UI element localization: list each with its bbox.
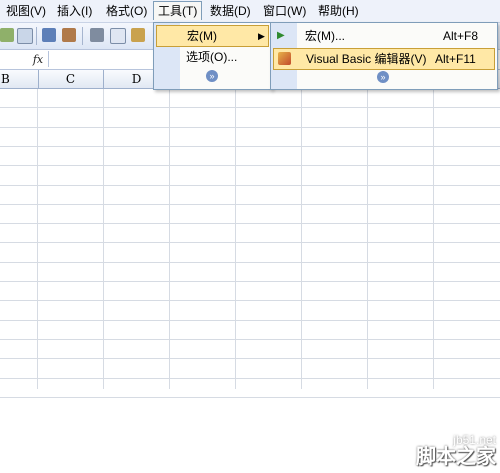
menu-insert[interactable]: 插入(I)	[55, 3, 94, 19]
menu-item-label: Visual Basic 编辑器(V)	[306, 52, 427, 66]
row-gridline	[0, 242, 500, 243]
row-gridline	[0, 339, 500, 340]
menu-item-shortcut: Alt+F8	[443, 29, 479, 43]
menu-format[interactable]: 格式(O)	[104, 3, 149, 19]
spelling-icon[interactable]	[42, 28, 56, 42]
column-gridline	[367, 89, 368, 389]
tools-menu: 宏(M) ▶ 选项(O)... »	[153, 22, 272, 90]
row-gridline	[0, 378, 500, 379]
watermark-logo: 脚本之家	[416, 446, 496, 468]
menu-bar: 视图(V) 插入(I) 格式(O) 工具(T) 数据(D) 窗口(W) 帮助(H…	[0, 0, 500, 23]
print-preview-icon[interactable]	[17, 28, 33, 44]
column-gridline	[235, 89, 236, 389]
toolbar-separator	[82, 27, 83, 45]
menu-window[interactable]: 窗口(W)	[261, 3, 308, 19]
column-gridline	[103, 89, 104, 389]
row-gridline	[0, 107, 500, 108]
paste-icon[interactable]	[131, 28, 145, 42]
row-gridline	[0, 146, 500, 147]
menu-item-label: 选项(O)...	[186, 50, 238, 64]
menu-view[interactable]: 视图(V)	[4, 3, 48, 19]
menu-item-label: 宏(M)	[187, 29, 217, 43]
row-gridline	[0, 262, 500, 263]
menu-help[interactable]: 帮助(H)	[316, 3, 361, 19]
row-gridline	[0, 397, 500, 398]
row-gridline	[0, 223, 500, 224]
row-gridline	[0, 127, 500, 128]
column-gridline	[169, 89, 170, 389]
column-gridline	[37, 89, 38, 389]
row-gridline	[0, 358, 500, 359]
save-icon[interactable]	[0, 28, 14, 42]
menu-item-shortcut: Alt+F11	[435, 52, 476, 66]
expand-menu-icon[interactable]: »	[377, 71, 389, 83]
macro-submenu-item-vb-editor[interactable]: Visual Basic 编辑器(V) Alt+F11	[273, 48, 495, 70]
column-gridline	[301, 89, 302, 389]
toolbar-separator	[36, 27, 37, 45]
fx-icon[interactable]: fx	[30, 52, 46, 68]
menu-item-label: 宏(M)...	[305, 29, 345, 43]
menu-tools[interactable]: 工具(T)	[153, 1, 203, 20]
row-gridline	[0, 204, 500, 205]
submenu-arrow-icon: ▶	[258, 31, 265, 41]
research-icon[interactable]	[62, 28, 76, 42]
name-box[interactable]	[0, 51, 28, 68]
vb-editor-icon	[278, 52, 291, 65]
row-gridline	[0, 300, 500, 301]
row-gridline	[0, 165, 500, 166]
column-header-b[interactable]: B	[0, 70, 39, 88]
column-gridline	[433, 89, 434, 389]
menu-data[interactable]: 数据(D)	[208, 3, 253, 19]
run-macro-icon: ▶	[277, 30, 285, 41]
tools-menu-item-macro[interactable]: 宏(M) ▶	[156, 25, 269, 47]
row-gridline	[0, 185, 500, 186]
expand-menu-icon[interactable]: »	[206, 70, 218, 82]
copy-icon[interactable]	[110, 28, 126, 44]
column-header-c[interactable]: C	[38, 70, 104, 88]
macro-submenu-item-macros[interactable]: ▶ 宏(M)... Alt+F8	[273, 26, 493, 46]
macro-submenu: ▶ 宏(M)... Alt+F8 Visual Basic 编辑器(V) Alt…	[270, 22, 498, 90]
row-gridline	[0, 281, 500, 282]
row-gridline	[0, 320, 500, 321]
cell-grid[interactable]	[0, 89, 500, 398]
tools-menu-item-options[interactable]: 选项(O)...	[156, 47, 267, 67]
cut-icon[interactable]	[90, 28, 104, 42]
